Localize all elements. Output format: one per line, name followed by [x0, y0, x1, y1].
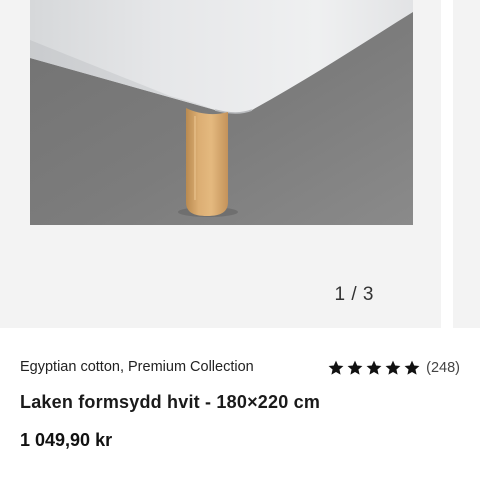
product-title: Laken formsydd hvit - 180×220 cm	[20, 392, 321, 412]
star-icon	[366, 360, 382, 375]
rating[interactable]: (248)	[327, 358, 460, 378]
gallery-next-slide-peek[interactable]	[453, 0, 480, 328]
rating-count[interactable]: (248)	[426, 360, 460, 376]
star-icon	[404, 360, 420, 375]
product-description-cutoff	[20, 471, 350, 480]
star-icon	[385, 360, 401, 375]
rating-stars	[327, 359, 421, 377]
collection-row: Egyptian cotton, Premium Collection (248…	[20, 358, 460, 378]
product-image-gallery[interactable]: 1 / 3	[0, 0, 480, 328]
star-icon	[328, 360, 344, 375]
gallery-counter: 1 / 3	[334, 284, 374, 305]
star-icon	[347, 360, 363, 375]
product-info: Egyptian cotton, Premium Collection (248…	[0, 328, 480, 480]
gallery-slide[interactable]: 1 / 3	[0, 0, 441, 328]
collection-label[interactable]: Egyptian cotton, Premium Collection	[20, 359, 254, 375]
product-price: 1 049,90 kr	[20, 430, 113, 450]
product-image[interactable]	[30, 0, 413, 225]
bed-leg-photo	[30, 0, 413, 225]
